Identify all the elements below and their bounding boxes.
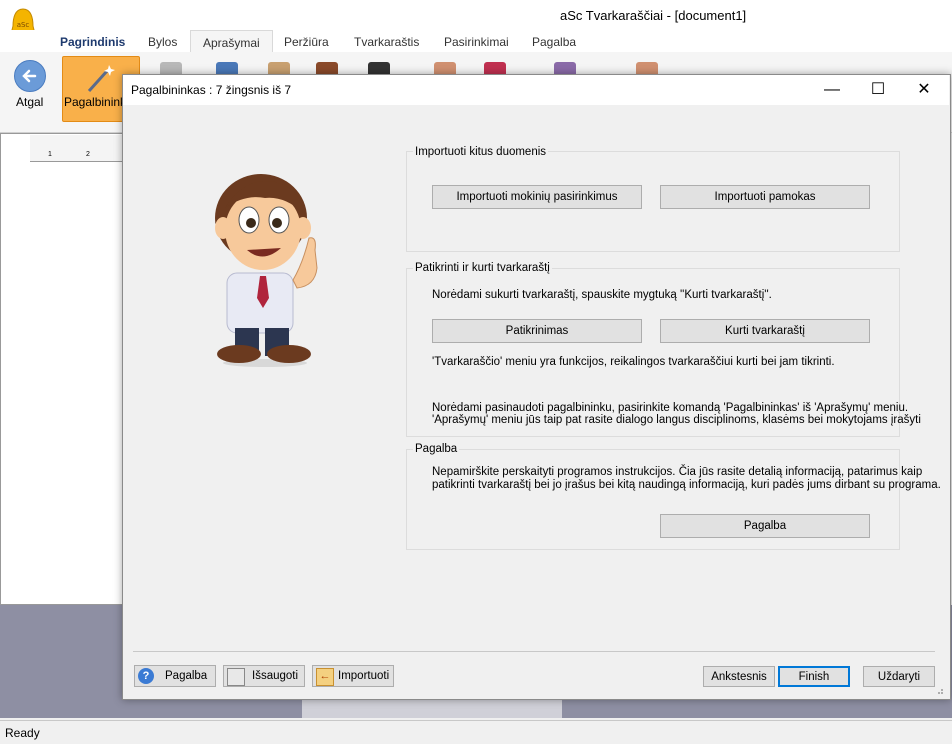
timetable-menu-note: 'Tvarkaraščio' meniu yra funkcijos, reik…	[432, 356, 835, 368]
import-button[interactable]: ← Importuoti	[312, 665, 394, 687]
close-icon[interactable]: ✕	[901, 75, 947, 105]
help-manual-button[interactable]: Pagalba	[660, 514, 870, 538]
back-arrow-icon[interactable]	[14, 60, 46, 92]
tab-perziura[interactable]: Peržiūra	[276, 33, 337, 51]
import-lessons-button[interactable]: Importuoti pamokas	[660, 185, 870, 209]
maximize-icon[interactable]: ☐	[855, 75, 901, 105]
app-titlebar	[0, 0, 952, 30]
save-button[interactable]: Išsaugoti	[223, 665, 305, 687]
tab-pasirinkimai[interactable]: Pasirinkimai	[436, 33, 517, 51]
menubar: Pagrindinis Bylos Aprašymai Peržiūra Tva…	[0, 30, 952, 54]
tab-aprasymai[interactable]: Aprašymai	[190, 30, 273, 54]
finish-button[interactable]: Finish	[778, 666, 850, 687]
tab-pagalba[interactable]: Pagalba	[524, 33, 584, 51]
help-group-title: Pagalba	[413, 443, 460, 455]
resize-grip-icon[interactable]	[934, 684, 944, 694]
status-text: Ready	[5, 726, 40, 740]
check-create-group-title: Patikrinti ir kurti tvarkaraštį	[413, 262, 552, 274]
dialog-title: Pagalbininkas : 7 žingsnis iš 7	[131, 83, 292, 97]
cartoon-boy-illustration	[215, 174, 318, 367]
grid-col-2: 2	[86, 151, 90, 158]
app-title: aSc Tvarkaraščiai - [document1]	[560, 8, 747, 23]
check-button[interactable]: Patikrinimas	[432, 319, 642, 343]
footer-help-button[interactable]: ? Pagalba	[134, 665, 216, 687]
grid-col-1: 1	[48, 151, 52, 158]
statusbar	[0, 720, 952, 744]
help-text-line2: patikrinti tvarkaraštį bei jo įrašus bei…	[432, 479, 941, 491]
magic-wand-icon	[87, 65, 115, 93]
footer-separator	[133, 651, 935, 652]
close-dialog-button[interactable]: Uždaryti	[863, 666, 935, 687]
logo-text: aSc	[17, 21, 30, 29]
import-group-title: Importuoti kitus duomenis	[413, 146, 549, 158]
create-timetable-button[interactable]: Kurti tvarkaraštį	[660, 319, 870, 343]
tab-tvarkarastis[interactable]: Tvarkaraštis	[346, 33, 427, 51]
minimize-icon[interactable]: —	[809, 75, 855, 105]
floppy-disk-icon	[227, 668, 245, 686]
tab-pagrindinis[interactable]: Pagrindinis	[52, 33, 133, 51]
import-arrow-icon: ←	[316, 668, 334, 686]
timetable-header: 1 2	[30, 135, 130, 162]
tab-bylos[interactable]: Bylos	[140, 33, 185, 51]
wizard-note-line2: 'Aprašymų' meniu jūs taip pat rasite dia…	[432, 414, 921, 426]
back-button-label[interactable]: Atgal	[16, 95, 43, 109]
create-instruction-text: Norėdami sukurti tvarkaraštį, spauskite …	[432, 289, 772, 301]
timetable-grid[interactable]	[0, 133, 132, 605]
previous-button[interactable]: Ankstesnis	[703, 666, 775, 687]
footer-help-label: Pagalba	[165, 670, 208, 682]
import-button-label: Importuoti	[338, 670, 390, 682]
help-text-line1: Nepamirškite perskaityti programos instr…	[432, 466, 923, 478]
save-button-label: Išsaugoti	[252, 670, 299, 682]
import-student-choices-button[interactable]: Importuoti mokinių pasirinkimus	[432, 185, 642, 209]
help-question-icon: ?	[138, 668, 154, 684]
